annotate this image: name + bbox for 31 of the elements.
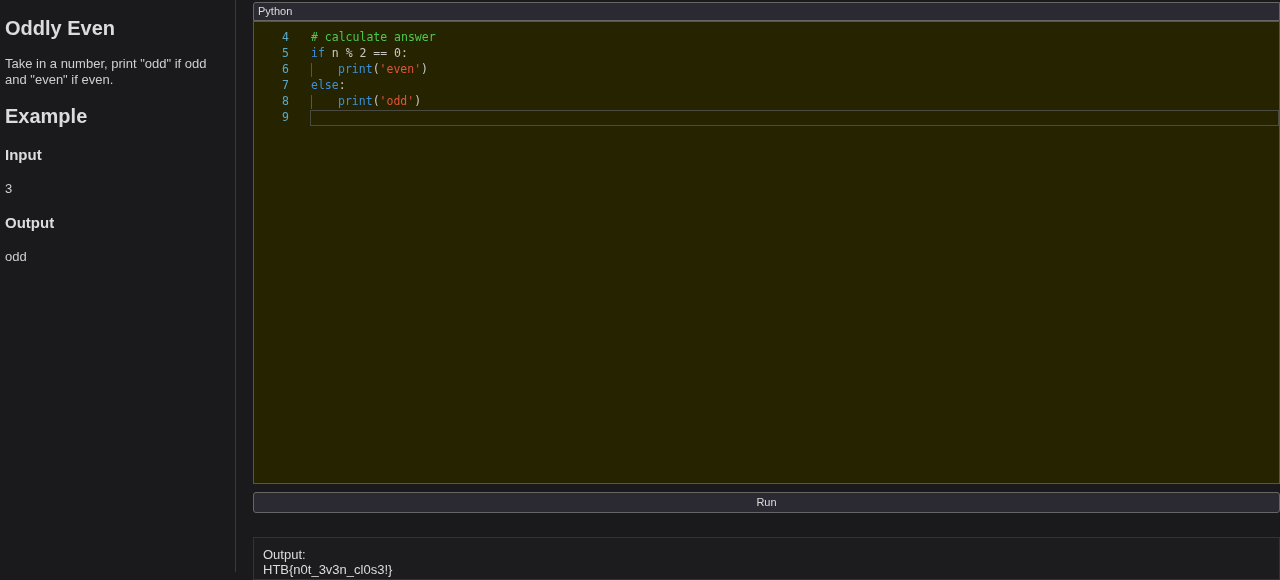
- run-button[interactable]: Run: [253, 492, 1280, 513]
- output-value: odd: [5, 247, 28, 266]
- code-token: 'even': [379, 61, 422, 79]
- line-number: 7: [281, 77, 290, 95]
- output-label: Output:: [263, 547, 307, 562]
- code-token: (: [372, 93, 380, 111]
- code-token: n % 2 == 0:: [330, 45, 408, 63]
- code-token: (: [372, 61, 380, 79]
- code-token: ): [421, 61, 429, 79]
- input-heading: Input: [5, 145, 43, 165]
- output-heading: Output: [5, 213, 56, 233]
- code-token: ): [414, 93, 422, 111]
- line-number: 9: [281, 109, 290, 127]
- code-token: if: [311, 45, 325, 63]
- output-result: HTB{n0t_3v3n_cl0s3!}: [263, 562, 394, 577]
- problem-title: Oddly Even: [5, 16, 117, 40]
- code-token: else: [311, 77, 339, 95]
- code-editor[interactable]: 4 # calculate answer 5 if n % 2 == 0: 6 print('even') 7 else: 8 print('odd') 9: [253, 21, 1280, 484]
- language-label: Python: [253, 2, 1280, 21]
- code-token: :: [338, 77, 346, 95]
- code-token: print: [338, 61, 373, 79]
- input-value: 3: [5, 179, 14, 198]
- code-token: print: [338, 93, 373, 111]
- problem-description: Take in a number, print "odd" if odd and "even" if even.: [5, 56, 208, 88]
- line-number: 4: [281, 29, 290, 47]
- code-token: 'odd': [379, 93, 415, 111]
- line-number: 5: [281, 45, 290, 63]
- code-token: # calculate answer: [311, 29, 436, 47]
- example-heading: Example: [5, 104, 89, 128]
- line-number: 6: [281, 61, 290, 79]
- line-number: 8: [281, 93, 290, 111]
